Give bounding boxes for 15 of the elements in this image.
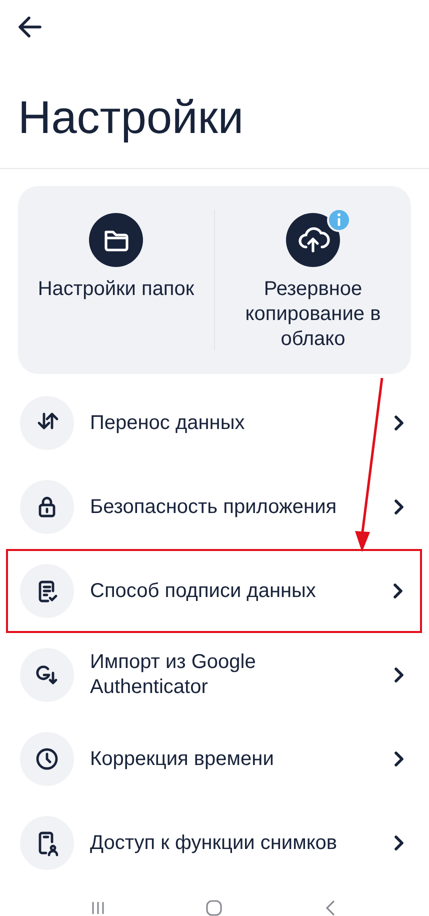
settings-item[interactable]: Коррекция времени (6, 717, 423, 801)
tile-label[interactable]: Резервное копирование в облако (223, 277, 403, 352)
settings-item[interactable]: Импорт из Google Authenticator (6, 633, 423, 717)
item-label: Безопасность приложения (90, 494, 338, 520)
item-label: Импорт из Google Authenticator (90, 650, 257, 700)
highlighted-settings-item[interactable]: Способ подписи данных (6, 549, 422, 633)
settings-item[interactable]: Перенос данных (6, 381, 423, 465)
settings-item[interactable]: Безопасность приложения (6, 465, 423, 549)
tile-label[interactable]: Настройки папок (38, 277, 194, 302)
settings-item[interactable]: Доступ к функции снимков (6, 801, 423, 885)
item-label: Перенос данных (90, 410, 246, 436)
page-title: Настройки (18, 90, 245, 144)
item-label: Способ подписи данных (90, 578, 317, 604)
item-label: Доступ к функции снимков (90, 830, 338, 856)
item-label: Коррекция времени (90, 746, 275, 772)
